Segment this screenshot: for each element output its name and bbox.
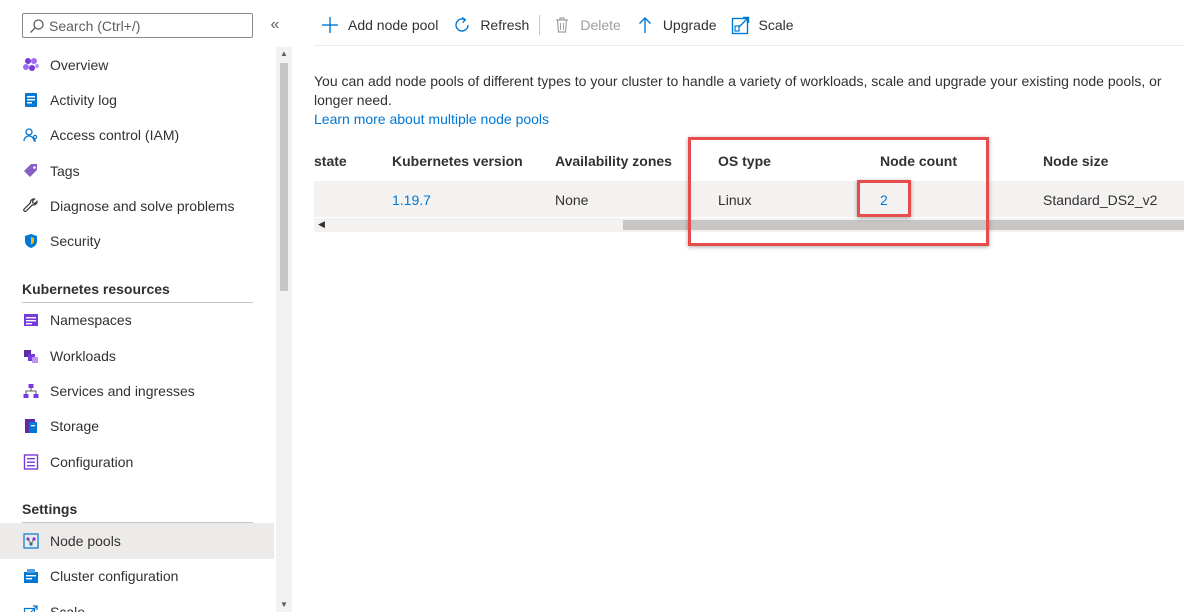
access-control-icon [22,126,40,144]
collapse-menu-button[interactable]: « [266,14,284,36]
activity-log-icon [22,91,40,109]
scroll-up-icon[interactable]: ▲ [279,49,289,59]
menu-scrollbar[interactable]: ▲ ▼ [276,47,292,612]
nav-item-label: Access control (IAM) [50,127,180,144]
trash-icon [552,15,572,35]
cell-node-count[interactable]: 2 [880,192,888,208]
scale-icon [22,603,40,612]
nav-item-label: Overview [50,56,109,73]
scale-icon [731,15,751,35]
section-title: Kubernetes resources [22,280,170,297]
nav-item-label: Namespaces [50,312,132,329]
scroll-left-icon[interactable]: ◀ [318,219,325,230]
arrow-up-icon [635,15,655,35]
scale-label: Scale [758,17,794,33]
wrench-icon [22,197,40,215]
nav-item-label: Configuration [50,453,134,470]
column-header-kubernetes-version[interactable]: Kubernetes version [392,153,523,169]
nav-item-services-ingresses[interactable]: Services and ingresses [0,373,274,408]
toolbar-divider-line [314,45,1184,46]
upgrade-label: Upgrade [662,17,717,33]
configuration-icon [22,453,40,471]
search-icon [29,18,45,34]
cell-kubernetes-version[interactable]: 1.19.7 [392,192,431,208]
section-settings: Settings [0,479,274,524]
resource-menu: « Overview Activity log Access control (… [0,0,292,612]
column-header-node-count[interactable]: Node count [880,153,957,169]
grid-horizontal-scrollbar[interactable]: ◀ [314,218,1184,232]
search-box[interactable] [22,13,253,38]
namespaces-icon [22,311,40,329]
refresh-icon [452,15,472,35]
nav-item-label: Activity log [50,91,117,108]
nav-item-overview[interactable]: Overview [0,47,274,82]
nav-item-workloads[interactable]: Workloads [0,338,274,373]
cell-os-type: Linux [718,192,752,208]
nav-item-security[interactable]: Security [0,223,274,258]
delete-label: Delete [580,17,621,33]
nav-item-configuration[interactable]: Configuration [0,444,274,479]
nav-item-label: Security [50,233,101,250]
column-header-node-size[interactable]: Node size [1043,153,1108,169]
section-title: Settings [22,501,78,518]
cell-availability-zones: None [555,192,589,208]
grid-header: state Kubernetes version Availability zo… [314,142,1184,180]
nav-item-diagnose[interactable]: Diagnose and solve problems [0,188,274,223]
node-pools-grid: state Kubernetes version Availability zo… [314,142,1184,217]
nav-item-label: Cluster configuration [50,568,179,585]
upgrade-button[interactable]: Upgrade [629,9,725,41]
page-description: You can add node pools of different type… [314,73,1162,108]
search-input[interactable] [49,17,249,34]
scroll-thumb[interactable] [623,220,1184,230]
nav-item-access-control[interactable]: Access control (IAM) [0,118,274,153]
nav-item-label: Diagnose and solve problems [50,197,235,214]
nav-item-label: Storage [50,418,100,435]
nav-item-label: Node pools [50,532,121,549]
nav-item-storage[interactable]: Storage [0,409,274,444]
scale-button[interactable]: Scale [725,9,802,41]
nav-item-label: Scale [50,603,86,612]
refresh-button[interactable]: Refresh [446,9,537,41]
nav-list: Overview Activity log Access control (IA… [0,47,274,612]
command-bar: Add node pool Refresh Delete Upgrade Sca… [314,8,802,42]
overview-icon [22,56,40,74]
cell-node-size: Standard_DS2_v2 [1043,192,1158,208]
section-kubernetes-resources: Kubernetes resources [0,259,274,303]
plus-icon [320,15,340,35]
nav-item-namespaces[interactable]: Namespaces [0,303,274,338]
column-header-state[interactable]: state [314,153,347,169]
node-pools-icon [22,532,40,550]
column-header-os-type[interactable]: OS type [718,153,771,169]
nav-item-tags[interactable]: Tags [0,153,274,188]
nav-item-node-pools[interactable]: Node pools [0,523,274,559]
table-row[interactable]: 1.19.7 None Linux 2 Standard_DS2_v2 [314,181,1184,217]
refresh-label: Refresh [480,17,530,33]
delete-button[interactable]: Delete [546,9,628,41]
main-content: Add node pool Refresh Delete Upgrade Sca… [292,0,1184,612]
nav-item-label: Services and ingresses [50,383,195,400]
shield-icon [22,232,40,250]
cluster-configuration-icon [22,567,40,585]
learn-more-link[interactable]: Learn more about multiple node pools [314,111,549,127]
add-node-pool-label: Add node pool [348,17,439,33]
toolbar-divider [539,15,541,35]
nav-item-scale[interactable]: Scale [0,594,274,612]
nav-item-cluster-configuration[interactable]: Cluster configuration [0,559,274,594]
services-icon [22,382,40,400]
add-node-pool-button[interactable]: Add node pool [314,9,446,41]
workloads-icon [22,347,40,365]
scroll-down-icon[interactable]: ▼ [279,600,289,610]
column-header-availability-zones[interactable]: Availability zones [555,153,672,169]
scroll-thumb[interactable] [280,63,288,291]
nav-item-activity-log[interactable]: Activity log [0,82,274,117]
storage-icon [22,417,40,435]
nav-item-label: Tags [50,162,80,179]
tag-icon [22,162,40,180]
nav-item-label: Workloads [50,347,116,364]
